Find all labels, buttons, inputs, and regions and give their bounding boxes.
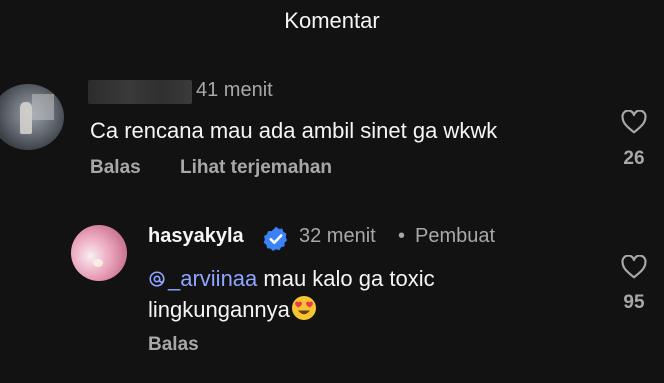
comment-time: 32 menit: [299, 225, 376, 247]
mention-username[interactable]: _arviinaa: [168, 266, 257, 291]
avatar[interactable]: [0, 84, 64, 150]
comment-text: Ca rencana mau ada ambil sinet ga wkwk: [90, 118, 498, 143]
like-count: 26: [623, 148, 645, 169]
like-count: 95: [623, 292, 645, 313]
threads-at-icon: [148, 266, 166, 287]
username[interactable]: hasyakyla: [148, 225, 244, 248]
redacted-username[interactable]: [88, 80, 192, 104]
mention-link[interactable]: _arviinaa: [148, 266, 257, 291]
sheet-title: Komentar: [284, 8, 380, 33]
comments-sheet: Komentar 41 menit Ca rencana mau ada amb…: [0, 0, 664, 383]
comment-text-line2: lingkungannya: [148, 297, 290, 322]
separator-dot: •: [398, 225, 406, 247]
comment-text-line1: mau kalo ga toxic: [257, 266, 435, 291]
see-translation-button[interactable]: Lihat terjemahan: [180, 157, 332, 179]
heart-outline-icon[interactable]: [621, 110, 647, 134]
comment-time: 41 menit: [196, 79, 273, 101]
heart-outline-icon[interactable]: [621, 255, 647, 279]
comment-text: _arviinaa mau kalo ga toxic lingkungannya: [148, 264, 508, 325]
heart-eyes-emoji: [290, 294, 318, 322]
avatar[interactable]: [71, 225, 127, 281]
verified-badge-icon: [262, 225, 290, 253]
author-badge: Pembuat: [415, 225, 496, 247]
reply-button[interactable]: Balas: [90, 157, 141, 179]
reply-button[interactable]: Balas: [148, 334, 199, 356]
